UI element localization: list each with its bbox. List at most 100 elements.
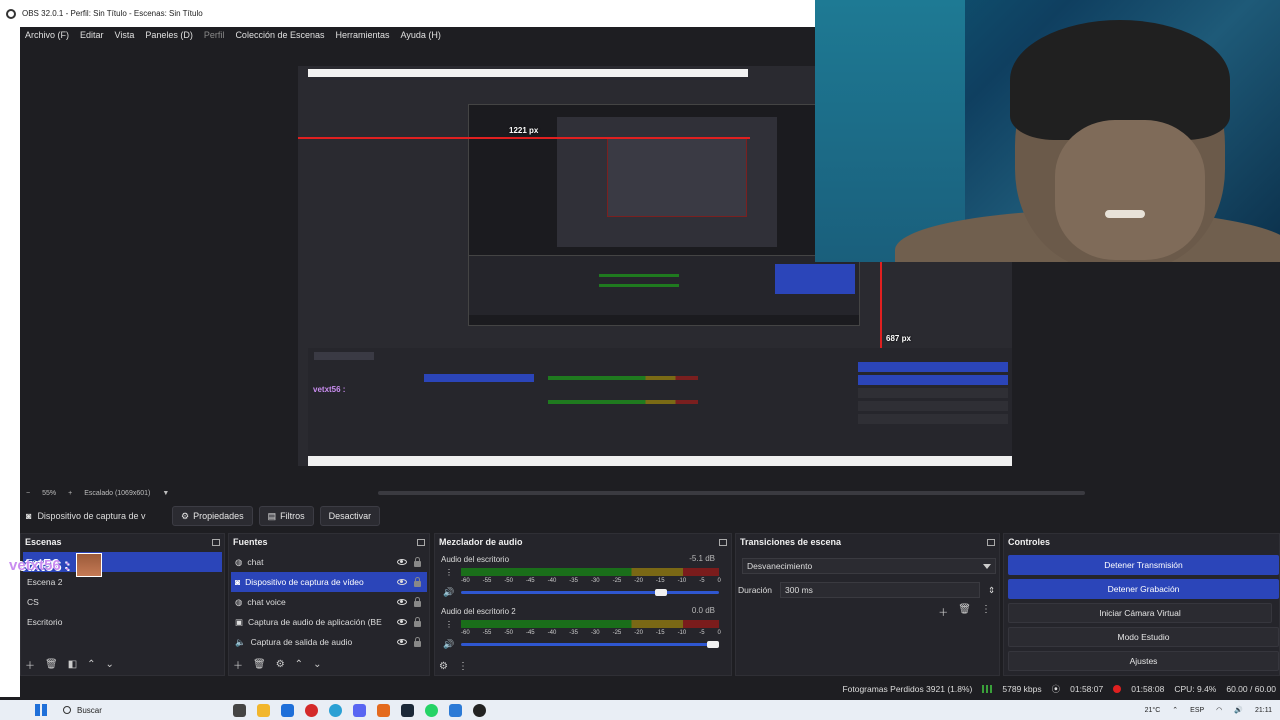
volume-slider[interactable] [461, 591, 719, 594]
visibility-icon[interactable] [397, 599, 407, 605]
duration-input[interactable]: 300 ms [780, 582, 981, 598]
menu-icon[interactable]: ⋮ [981, 604, 991, 619]
trash-icon[interactable]: 🗑 [958, 604, 971, 619]
zoom-in-button[interactable]: + [68, 490, 72, 497]
windows-start-icon[interactable] [35, 704, 47, 716]
trash-icon[interactable]: 🗑 [45, 659, 58, 670]
volume-slider[interactable] [461, 643, 719, 646]
add-icon[interactable]: ＋ [938, 604, 948, 619]
visibility-icon[interactable] [397, 559, 407, 565]
undock-icon[interactable] [987, 538, 995, 546]
menu-paneles[interactable]: Paneles (D) [145, 30, 193, 40]
lock-icon[interactable] [414, 556, 421, 567]
tick-label: -60 [461, 578, 470, 584]
nested-source-label [314, 352, 374, 360]
advanced-audio-icon[interactable]: ⚙ [439, 661, 448, 672]
move-up-icon[interactable]: ⌃ [295, 659, 303, 670]
deactivate-button[interactable]: Desactivar [319, 506, 381, 526]
source-item[interactable]: ◍ chat voice [231, 592, 427, 612]
scene-filter-icon[interactable]: ◧ [68, 659, 77, 670]
sources-dock: Fuentes ◍ chat ◙ Dispositivo de captura … [228, 533, 430, 676]
file-explorer-icon[interactable] [257, 703, 270, 717]
steam-icon[interactable] [401, 703, 414, 717]
properties-label: Propiedades [193, 511, 244, 521]
lock-icon[interactable] [414, 636, 421, 647]
width-guide-label: 1221 px [509, 126, 539, 135]
wifi-icon[interactable]: ◠ [1216, 706, 1222, 714]
lock-icon[interactable] [414, 576, 421, 587]
filters-button[interactable]: ▤ Filtros [258, 506, 314, 526]
language[interactable]: ESP [1190, 707, 1204, 714]
volume-knob[interactable] [655, 589, 668, 596]
obs-icon[interactable] [473, 703, 486, 717]
channel-menu-icon[interactable]: ⋮ [445, 620, 453, 629]
app-icon[interactable] [449, 703, 462, 717]
menu-vista[interactable]: Vista [115, 30, 135, 40]
source-item[interactable]: 🔈 Captura de salida de audio [231, 632, 427, 652]
scene-item[interactable]: Escritorio [23, 612, 222, 632]
studio-mode-button[interactable]: Modo Estudio [1008, 627, 1279, 647]
settings-button[interactable]: Ajustes [1008, 651, 1279, 671]
chevron-down-icon[interactable]: ▼ [162, 490, 169, 497]
store-icon[interactable] [281, 703, 294, 717]
gear-icon[interactable]: ⚙ [276, 659, 285, 670]
move-down-icon[interactable]: ⌄ [313, 659, 321, 670]
menu-coleccion-escenas[interactable]: Colección de Escenas [235, 30, 324, 40]
add-icon[interactable]: ＋ [25, 657, 35, 672]
zoom-out-button[interactable]: − [26, 490, 30, 497]
lock-icon[interactable] [414, 616, 421, 627]
recording-time: 01:58:08 [1131, 684, 1165, 694]
clock[interactable]: 21:11 [1255, 707, 1272, 714]
move-down-icon[interactable]: ⌄ [106, 659, 114, 670]
scene-item[interactable]: CS [23, 592, 222, 612]
source-item[interactable]: ◍ chat [231, 552, 427, 572]
sources-footer: ＋ 🗑 ⚙ ⌃ ⌄ [233, 657, 321, 672]
lock-icon[interactable] [414, 596, 421, 607]
undock-icon[interactable] [212, 538, 220, 546]
whatsapp-icon[interactable] [425, 703, 438, 717]
edge-icon[interactable] [329, 703, 342, 717]
move-up-icon[interactable]: ⌃ [87, 659, 95, 670]
menu-editar[interactable]: Editar [80, 30, 104, 40]
speaker-icon[interactable]: 🔊 [443, 639, 454, 650]
volume-icon[interactable]: 🔊 [1234, 706, 1243, 714]
taskbar-search[interactable]: Buscar [63, 706, 163, 715]
undock-icon[interactable] [417, 538, 425, 546]
menu-herramientas[interactable]: Herramientas [336, 30, 390, 40]
menu-perfil[interactable]: Perfil [204, 30, 225, 40]
properties-button[interactable]: ⚙ Propiedades [172, 506, 253, 526]
visibility-icon[interactable] [397, 619, 407, 625]
stop-recording-button[interactable]: Detener Grabación [1008, 579, 1279, 599]
channel-menu-icon[interactable]: ⋮ [445, 568, 453, 577]
opera-icon[interactable] [305, 703, 318, 717]
menu-archivo[interactable]: Archivo (F) [25, 30, 69, 40]
mixer-channel: Audio del escritorio -5.1 dB ⋮ -60 -55 -50… [441, 554, 721, 602]
tick-label: -10 [677, 630, 687, 636]
source-item[interactable]: ▣ Captura de audio de aplicación (BE [231, 612, 427, 632]
nested-stop-stream [858, 362, 1008, 372]
visibility-icon[interactable] [397, 639, 407, 645]
nested-virtualcam [858, 388, 1008, 398]
spinner-icon[interactable]: ⇕ [988, 585, 995, 596]
app-icon[interactable] [377, 703, 390, 717]
tick-label: 0 [717, 630, 721, 636]
mixer-menu-icon[interactable]: ⋮ [458, 661, 468, 672]
menu-ayuda[interactable]: Ayuda (H) [401, 30, 441, 40]
tick-label: -10 [677, 578, 687, 584]
speaker-icon[interactable]: 🔊 [443, 587, 454, 598]
add-icon[interactable]: ＋ [233, 657, 243, 672]
volume-knob[interactable] [707, 641, 719, 648]
chevron-up-icon[interactable]: ⌃ [1172, 706, 1178, 714]
visibility-icon[interactable] [397, 579, 407, 585]
transition-select[interactable]: Desvanecimiento [742, 558, 996, 574]
stop-streaming-button[interactable]: Detener Transmisión [1008, 555, 1279, 575]
start-virtual-camera-button[interactable]: Iniciar Cámara Virtual [1008, 603, 1272, 623]
transitions-dock: Transiciones de escena Desvanecimiento D… [735, 533, 1000, 676]
trash-icon[interactable]: 🗑 [253, 659, 266, 670]
source-item[interactable]: ◙ Dispositivo de captura de vídeo [231, 572, 427, 592]
task-view-icon[interactable] [233, 703, 246, 717]
undock-icon[interactable] [719, 538, 727, 546]
preview-scrollbar[interactable] [378, 491, 1085, 495]
discord-icon[interactable] [353, 703, 366, 717]
weather[interactable]: 21°C [1145, 707, 1161, 714]
